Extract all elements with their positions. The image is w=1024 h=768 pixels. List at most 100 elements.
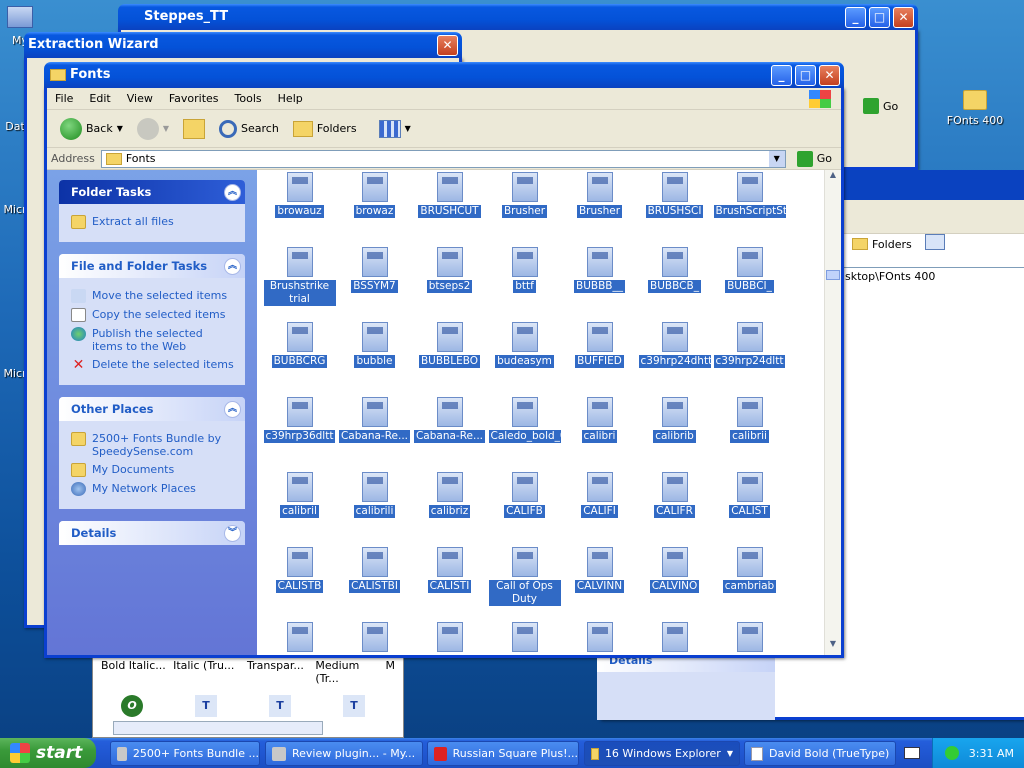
tray-app-icon[interactable] (944, 746, 959, 760)
keyboard-icon[interactable] (904, 747, 920, 759)
start-button[interactable]: start (0, 738, 96, 768)
font-file-item[interactable]: browauz (262, 170, 337, 237)
views-icon[interactable] (925, 234, 945, 250)
close-button[interactable]: ✕ (437, 35, 458, 56)
font-file-item[interactable]: calibriz (412, 462, 487, 537)
go-button[interactable]: Go (858, 92, 904, 120)
font-file-item[interactable] (412, 612, 487, 655)
chevron-up-icon[interactable]: ︽ (224, 183, 241, 201)
list-column-4[interactable]: M (386, 659, 396, 685)
fonts-bundle-link[interactable]: 2500+ Fonts Bundle by SpeedySense.com (71, 432, 235, 458)
list-column-1[interactable]: Italic (Tru... (173, 659, 243, 685)
scroll-up-button[interactable]: ▲ (825, 170, 841, 186)
font-file-item[interactable]: BRUSHSCI (637, 170, 712, 237)
list-column-2[interactable]: Transpar... (247, 659, 311, 685)
file-tasks-header[interactable]: File and Folder Tasks ︽ (59, 254, 245, 278)
font-file-item[interactable]: calibri (562, 387, 637, 462)
font-file-item[interactable] (637, 612, 712, 655)
menu-favorites[interactable]: Favorites (169, 92, 219, 105)
font-file-item[interactable]: BUBBCRG (262, 312, 337, 387)
bottom-list-window[interactable]: Bold Italic... Italic (Tru... Transpar..… (92, 654, 404, 738)
chevron-down-icon[interactable]: ▼ (117, 124, 123, 133)
forward-button[interactable]: ▼ (132, 115, 174, 143)
font-file-item[interactable]: calibril (262, 462, 337, 537)
window-fonts[interactable]: Fonts _ □ ✕ File Edit View Favorites Too… (44, 62, 844, 658)
font-file-item[interactable]: budeasym (487, 312, 562, 387)
font-file-item[interactable]: BrushScriptStd (712, 170, 787, 237)
taskbar-item-review-plugin[interactable]: Review plugin... - My... (265, 741, 423, 766)
file-list-view[interactable]: browauz browaz BRUSHCUT Brusher Brusher BRUSH… (257, 170, 824, 655)
folders-button[interactable]: Folders (288, 115, 362, 143)
back-button[interactable]: Back ▼ (55, 115, 128, 143)
chevron-down-icon[interactable]: ▼ (163, 124, 169, 133)
chevron-down-icon[interactable]: ▼ (768, 150, 785, 167)
font-file-item[interactable]: CALIST (712, 462, 787, 537)
font-file-item[interactable]: calibrii (712, 387, 787, 462)
menu-file[interactable]: File (55, 92, 73, 105)
clock[interactable]: 3:31 AM (969, 747, 1014, 760)
copy-items-link[interactable]: Copy the selected items (71, 308, 235, 322)
chevron-down-icon[interactable]: ︾ (224, 524, 241, 542)
font-file-item[interactable]: Brusher (487, 170, 562, 237)
font-file-item[interactable]: Call of Ops Duty (487, 537, 562, 612)
font-file-item[interactable]: Cabana-Re... (337, 387, 412, 462)
up-folder-button[interactable] (178, 115, 210, 143)
font-file-item[interactable]: BUFFIED (562, 312, 637, 387)
font-file-item[interactable]: CALISTI (412, 537, 487, 612)
menu-view[interactable]: View (127, 92, 153, 105)
font-file-item[interactable]: Brushstrike trial (262, 237, 337, 312)
chevron-up-icon[interactable]: ︽ (224, 400, 241, 418)
publish-items-link[interactable]: Publish the selected items to the Web (71, 327, 235, 353)
extract-all-files-link[interactable]: Extract all files (71, 215, 235, 229)
close-button[interactable]: ✕ (893, 7, 914, 28)
font-file-item[interactable] (337, 612, 412, 655)
font-file-item[interactable]: calibrib (637, 387, 712, 462)
taskbar-item-fonts-bundle[interactable]: 2500+ Fonts Bundle ... (110, 741, 260, 766)
folders-button[interactable]: Folders (847, 230, 917, 258)
font-file-item[interactable]: BUBBCB_ (637, 237, 712, 312)
go-button[interactable]: Go (792, 149, 837, 169)
font-file-item[interactable]: Caledo_bold_0 (487, 387, 562, 462)
font-file-item[interactable]: CALISTB (262, 537, 337, 612)
window-title-bar[interactable]: Extraction Wizard ✕ (24, 32, 462, 58)
font-file-item[interactable]: c39hrp24dltt (712, 312, 787, 387)
other-places-header[interactable]: Other Places ︽ (59, 397, 245, 421)
font-file-item[interactable]: btseps2 (412, 237, 487, 312)
menu-help[interactable]: Help (278, 92, 303, 105)
font-file-item[interactable]: Cabana-Re... (412, 387, 487, 462)
font-file-item[interactable]: c39hrp24dhtt (637, 312, 712, 387)
maximize-button[interactable]: □ (795, 65, 816, 86)
font-file-item[interactable] (262, 612, 337, 655)
address-field[interactable]: Fonts ▼ (100, 149, 786, 168)
font-file-item[interactable]: Brusher (562, 170, 637, 237)
menu-edit[interactable]: Edit (89, 92, 110, 105)
font-file-item[interactable] (487, 612, 562, 655)
font-file-item[interactable]: BUBBB__ (562, 237, 637, 312)
search-button[interactable]: Search (214, 115, 284, 143)
my-documents-link[interactable]: My Documents (71, 463, 235, 477)
font-file-item[interactable]: BUBBCI_ (712, 237, 787, 312)
window-title-bar[interactable]: Steppes_TT _ □ ✕ (118, 4, 918, 30)
font-file-item[interactable]: CALVINN (562, 537, 637, 612)
horizontal-scrollbar[interactable] (113, 721, 323, 735)
font-file-item[interactable]: BRUSHCUT (412, 170, 487, 237)
scroll-thumb[interactable] (826, 270, 840, 280)
taskbar-item-russian-square[interactable]: Russian Square Plus!... (427, 741, 579, 766)
font-file-item[interactable]: BSSYM7 (337, 237, 412, 312)
list-column-0[interactable]: Bold Italic... (101, 659, 169, 685)
minimize-button[interactable]: _ (771, 65, 792, 86)
views-button[interactable]: ▼ (374, 115, 416, 143)
font-file-item[interactable]: c39hrp36dltt (262, 387, 337, 462)
font-file-item[interactable]: cambriab (712, 537, 787, 612)
delete-items-link[interactable]: ✕ Delete the selected items (71, 358, 235, 372)
menu-tools[interactable]: Tools (235, 92, 262, 105)
folder-tasks-header[interactable]: Folder Tasks ︽ (59, 180, 245, 204)
maximize-button[interactable]: □ (869, 7, 890, 28)
taskbar-item-windows-explorer[interactable]: 16 Windows Explorer ▼ (584, 741, 740, 766)
chevron-down-icon[interactable]: ▼ (727, 749, 733, 758)
list-column-3[interactable]: Medium (Tr... (315, 659, 381, 685)
close-button[interactable]: ✕ (819, 65, 840, 86)
font-file-item[interactable]: CALIFI (562, 462, 637, 537)
my-network-places-link[interactable]: My Network Places (71, 482, 235, 496)
minimize-button[interactable]: _ (845, 7, 866, 28)
